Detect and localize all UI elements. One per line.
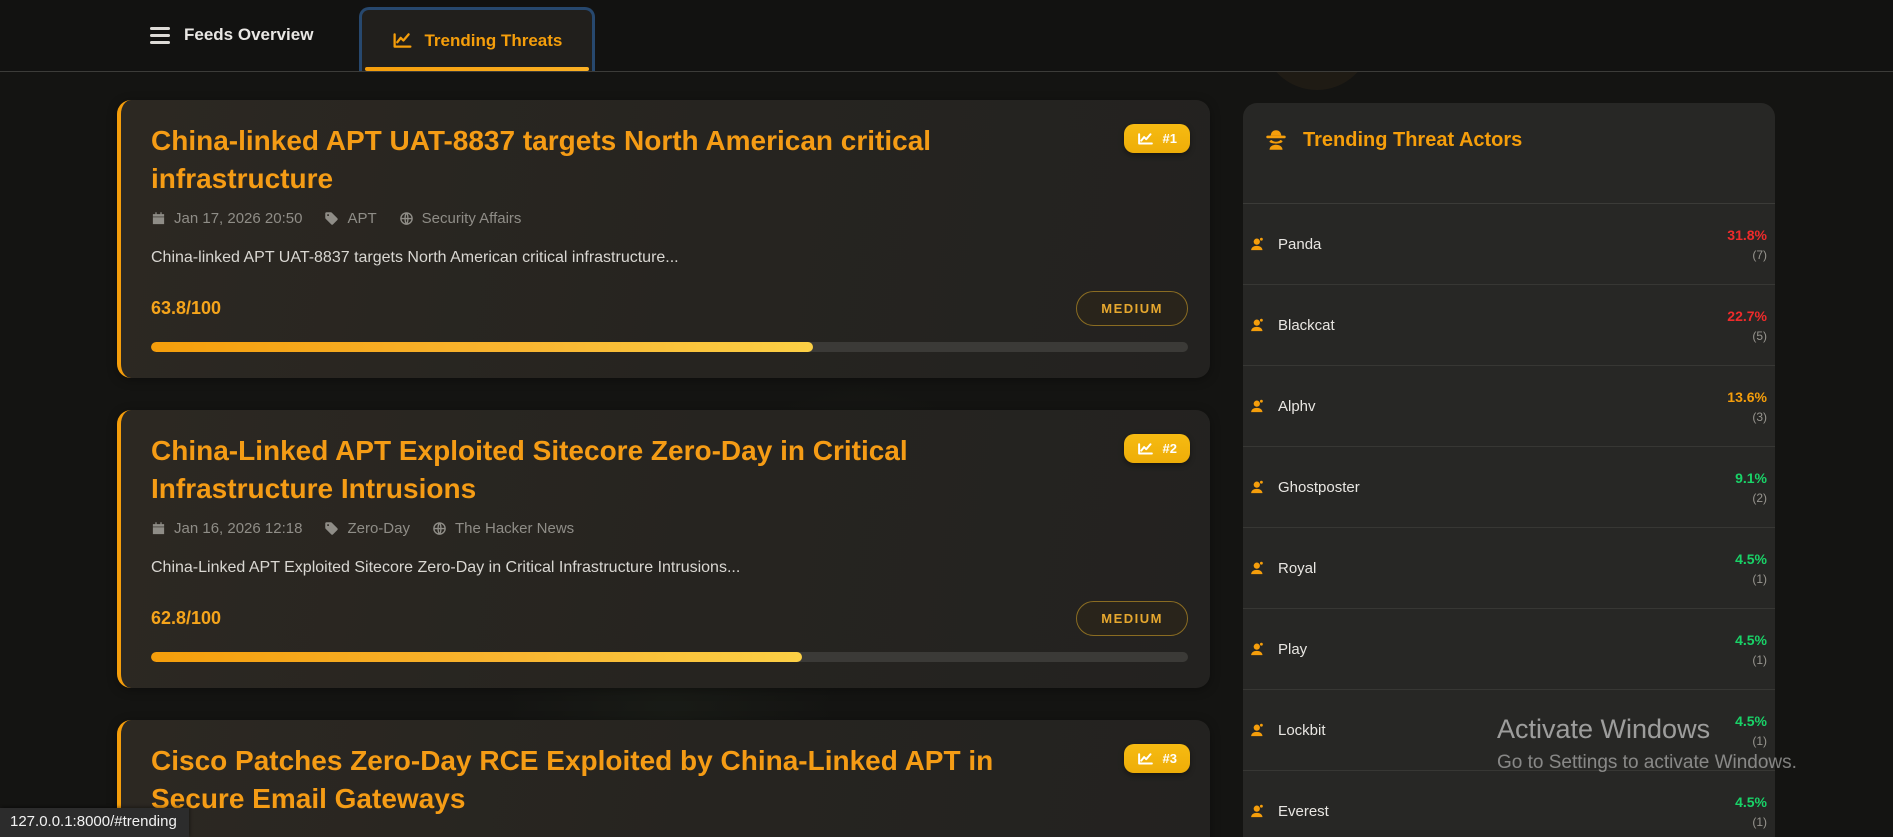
actor-percent: 4.5% <box>1735 631 1767 648</box>
user-icon <box>1251 804 1263 817</box>
threat-title[interactable]: Cisco Patches Zero-Day RCE Exploited by … <box>151 742 1071 818</box>
tag-icon <box>325 522 339 535</box>
threat-actors-list: Panda 31.8% (7) Blackcat 22.7% (5) Alphv 1… <box>1243 204 1775 837</box>
actor-row[interactable]: Panda 31.8% (7) <box>1243 204 1775 285</box>
tab-bar: Feeds Overview Trending Threats <box>0 0 1893 72</box>
hamburger-menu-icon <box>150 26 170 44</box>
threat-description: China-linked APT UAT-8837 targets North … <box>151 249 679 266</box>
threat-description: China-Linked APT Exploited Sitecore Zero… <box>151 559 741 576</box>
actor-row[interactable]: Play 4.5% (1) <box>1243 609 1775 690</box>
actor-percent: 4.5% <box>1735 793 1767 810</box>
rank-badge: #2 <box>1123 434 1190 463</box>
calendar-icon <box>152 522 165 535</box>
threat-card[interactable]: #3 Cisco Patches Zero-Day RCE Exploited … <box>117 720 1210 837</box>
active-tab-underline <box>365 67 590 71</box>
actor-count: (1) <box>1752 571 1767 586</box>
threat-meta: Jan 16, 2026 12:18 Zero-Day The Hacker N… <box>151 520 1188 537</box>
user-icon <box>1251 642 1263 655</box>
user-icon <box>1251 480 1263 493</box>
severity-badge: MEDIUM <box>1076 291 1188 326</box>
chart-line-icon <box>1137 443 1153 455</box>
user-icon <box>1251 561 1263 574</box>
actor-row[interactable]: Royal 4.5% (1) <box>1243 528 1775 609</box>
actor-percent: 31.8% <box>1727 226 1767 243</box>
chart-line-icon <box>393 33 412 48</box>
threat-date: Jan 17, 2026 20:50 <box>151 210 302 227</box>
severity-badge: MEDIUM <box>1076 601 1188 636</box>
tag-icon <box>325 212 339 225</box>
actor-row[interactable]: Lockbit 4.5% (1) <box>1243 690 1775 771</box>
rank-label: #3 <box>1162 751 1177 766</box>
user-icon <box>1251 318 1263 331</box>
score-progress-bar <box>151 652 1188 662</box>
threat-title[interactable]: China-Linked APT Exploited Sitecore Zero… <box>151 432 1071 508</box>
threat-actors-title: Trending Threat Actors <box>1303 129 1523 151</box>
actor-count: (1) <box>1752 652 1767 667</box>
rank-label: #1 <box>1162 131 1177 146</box>
actor-row[interactable]: Blackcat 22.7% (5) <box>1243 285 1775 366</box>
threat-source: Security Affairs <box>399 210 521 227</box>
actor-count: (1) <box>1752 733 1767 748</box>
actor-name: Panda <box>1278 235 1322 253</box>
actor-name: Ghostposter <box>1278 478 1360 496</box>
threat-card[interactable]: #1 China-linked APT UAT-8837 targets Nor… <box>117 100 1210 378</box>
tab-trending-threats-label: Trending Threats <box>424 30 563 50</box>
actor-name: Play <box>1278 640 1308 658</box>
actor-row[interactable]: Alphv 13.6% (3) <box>1243 366 1775 447</box>
rank-badge: #3 <box>1123 744 1190 773</box>
threat-title[interactable]: China-linked APT UAT-8837 targets North … <box>151 122 1071 198</box>
actor-row[interactable]: Ghostposter 9.1% (2) <box>1243 447 1775 528</box>
threat-actors-header: Trending Threat Actors <box>1243 103 1775 204</box>
trending-threats-list: #1 China-linked APT UAT-8837 targets Nor… <box>117 100 1210 837</box>
actor-name: Lockbit <box>1278 721 1326 739</box>
tab-trending-threats[interactable]: Trending Threats <box>359 7 596 71</box>
actor-count: (3) <box>1752 409 1767 424</box>
chart-line-icon <box>1137 133 1153 145</box>
spy-icon <box>1266 130 1286 150</box>
threat-source: The Hacker News <box>432 520 574 537</box>
user-icon <box>1251 399 1263 412</box>
globe-icon <box>433 522 446 535</box>
trending-threat-actors-panel: Trending Threat Actors Panda 31.8% (7) Bl… <box>1243 103 1775 837</box>
actor-percent: 4.5% <box>1735 712 1767 729</box>
actor-percent: 13.6% <box>1727 388 1767 405</box>
calendar-icon <box>152 212 165 225</box>
actor-percent: 22.7% <box>1727 307 1767 324</box>
tab-feeds-overview[interactable]: Feeds Overview <box>150 0 337 71</box>
actor-count: (5) <box>1752 328 1767 343</box>
actor-count: (2) <box>1752 490 1767 505</box>
threat-date: Jan 16, 2026 12:18 <box>151 520 302 537</box>
actor-row[interactable]: Everest 4.5% (1) <box>1243 771 1775 837</box>
actor-count: (1) <box>1752 814 1767 829</box>
threat-meta: Jan 17, 2026 20:50 APT Security Affairs <box>151 210 1188 227</box>
tab-feeds-overview-label: Feeds Overview <box>184 25 314 44</box>
chart-line-icon <box>1137 753 1153 765</box>
actor-count: (7) <box>1752 247 1767 262</box>
threat-card[interactable]: #2 China-Linked APT Exploited Sitecore Z… <box>117 410 1210 688</box>
actor-percent: 9.1% <box>1735 469 1767 486</box>
user-icon <box>1251 723 1263 736</box>
actor-name: Royal <box>1278 559 1317 577</box>
threat-tag: APT <box>324 210 377 227</box>
globe-icon <box>399 212 413 225</box>
rank-label: #2 <box>1162 441 1177 456</box>
threat-score: 63.8/100 <box>151 298 222 318</box>
rank-badge: #1 <box>1123 124 1190 153</box>
actor-percent: 4.5% <box>1735 550 1767 567</box>
actor-name: Everest <box>1278 802 1329 820</box>
score-progress-bar <box>151 342 1188 352</box>
actor-name: Alphv <box>1278 397 1316 415</box>
browser-status-url: 127.0.0.1:8000/#trending <box>0 808 189 837</box>
actor-name: Blackcat <box>1278 316 1335 334</box>
threat-score: 62.8/100 <box>151 608 222 628</box>
threat-tag: Zero-Day <box>324 520 410 537</box>
user-icon <box>1251 237 1263 250</box>
